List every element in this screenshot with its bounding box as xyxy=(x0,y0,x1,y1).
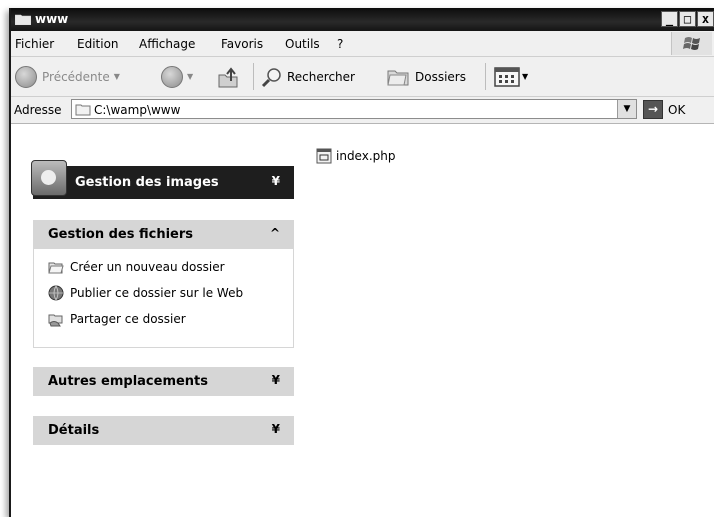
chevron-up-icon[interactable]: ^ xyxy=(270,226,280,240)
panel-details-title: Détails xyxy=(48,423,100,438)
chevron-down-icon: ▼ xyxy=(113,72,120,81)
panel-files-body: Créer un nouveau dossier Publier ce doss… xyxy=(33,249,294,348)
window-title: www xyxy=(35,12,69,26)
maximize-button[interactable]: □ xyxy=(679,11,696,27)
panel-other-header[interactable]: Autres emplacements ¥ xyxy=(33,367,294,396)
search-button[interactable]: Rechercher xyxy=(261,57,355,96)
images-icon xyxy=(31,160,67,196)
go-arrow-icon[interactable]: → xyxy=(643,100,663,119)
address-label: Adresse xyxy=(14,103,62,117)
task-publish-web-label: Publier ce dossier sur le Web xyxy=(70,286,244,300)
search-label: Rechercher xyxy=(287,69,355,84)
panel-files-header[interactable]: Gestion des fichiers ^ xyxy=(33,220,294,249)
chevron-down-icon: ▼ xyxy=(187,72,194,81)
toolbar-separator xyxy=(485,63,486,90)
folder-icon xyxy=(15,14,31,25)
back-label: Précédente xyxy=(42,69,110,84)
title-bar[interactable]: www _ □ x xyxy=(11,8,714,31)
file-name: index.php xyxy=(336,149,396,163)
folders-label: Dossiers xyxy=(415,69,466,84)
panel-details-header[interactable]: Détails ¥ xyxy=(33,416,294,445)
new-folder-icon xyxy=(48,262,64,274)
folders-icon xyxy=(387,70,409,85)
windows-logo-icon xyxy=(671,32,712,55)
menu-bar: Fichier Edition Affichage Favoris Outils… xyxy=(11,31,714,57)
panel-other-title: Autres emplacements xyxy=(48,374,209,389)
forward-arrow-icon xyxy=(161,65,183,88)
up-folder-icon xyxy=(218,66,238,87)
task-share-folder-label: Partager ce dossier xyxy=(70,312,186,326)
chevron-down-icon[interactable]: ¥ xyxy=(272,422,280,436)
chevron-down-icon[interactable]: ¥ xyxy=(272,174,280,188)
menu-affichage[interactable]: Affichage xyxy=(139,37,195,51)
task-new-folder-label: Créer un nouveau dossier xyxy=(70,260,225,274)
task-share-folder[interactable]: Partager ce dossier xyxy=(48,311,186,327)
menu-outils[interactable]: Outils xyxy=(285,37,320,51)
menu-help[interactable]: ? xyxy=(337,37,343,51)
toolbar-separator xyxy=(253,63,254,90)
menu-edition[interactable]: Edition xyxy=(77,37,119,51)
explorer-window: www _ □ x Fichier Edition Affichage Favo… xyxy=(9,8,714,517)
address-field[interactable]: C:\wamp\www ▼ xyxy=(71,99,637,119)
menu-fichier[interactable]: Fichier xyxy=(15,37,54,51)
address-dropdown-button[interactable]: ▼ xyxy=(617,100,636,118)
task-new-folder[interactable]: Créer un nouveau dossier xyxy=(48,259,225,275)
back-button[interactable]: Précédente ▼ xyxy=(15,57,120,96)
menu-favoris[interactable]: Favoris xyxy=(221,37,263,51)
globe-icon xyxy=(48,285,64,301)
close-button[interactable]: x xyxy=(697,11,714,27)
address-bar: Adresse C:\wamp\www ▼ → OK xyxy=(11,97,714,124)
views-icon xyxy=(494,66,520,87)
php-file-icon xyxy=(316,148,332,164)
minimize-button[interactable]: _ xyxy=(661,11,678,27)
panel-images-header[interactable]: Gestion des images ¥ xyxy=(31,160,294,199)
up-folder-button[interactable] xyxy=(217,57,241,96)
file-item[interactable]: index.php xyxy=(316,148,395,164)
address-value: C:\wamp\www xyxy=(94,103,181,117)
go-button[interactable]: OK xyxy=(668,103,685,117)
chevron-down-icon[interactable]: ¥ xyxy=(272,373,280,387)
forward-button[interactable]: ▼ xyxy=(161,57,193,96)
chevron-down-icon: ▼ xyxy=(522,72,529,81)
panel-files-title: Gestion des fichiers xyxy=(48,227,194,242)
back-arrow-icon xyxy=(15,65,37,88)
folder-icon xyxy=(75,104,91,116)
views-button[interactable]: ▼ xyxy=(494,57,528,96)
search-icon xyxy=(261,67,281,87)
folders-button[interactable]: Dossiers xyxy=(386,57,466,96)
task-publish-web[interactable]: Publier ce dossier sur le Web xyxy=(48,285,243,301)
panel-images-title: Gestion des images xyxy=(75,175,219,190)
share-folder-icon xyxy=(48,314,63,327)
toolbar: Précédente ▼ ▼ Rechercher Dossiers ▼ xyxy=(11,57,714,97)
